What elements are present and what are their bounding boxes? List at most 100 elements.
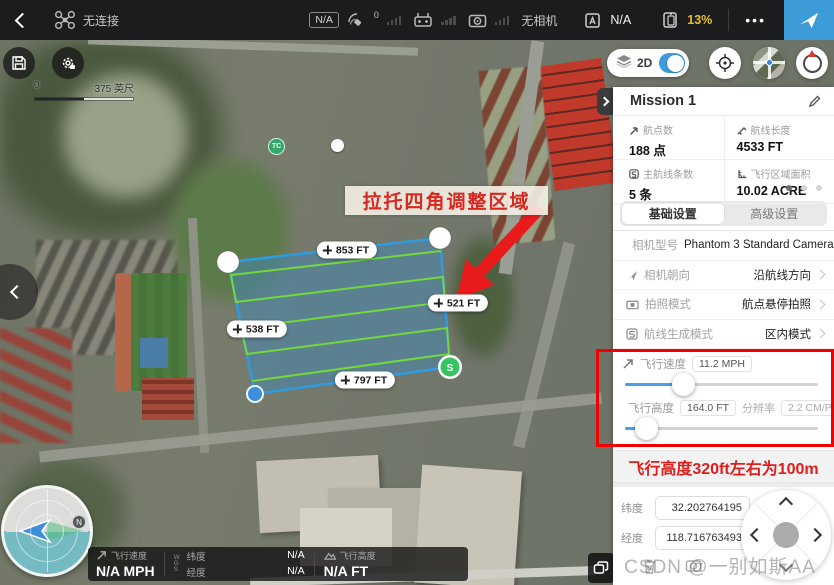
rc-signal-bars-icon (441, 16, 456, 25)
mission-stats: 航点数 188 点 航线长度 4533 FT 主航线条数 5 条 飞行区域面积 … (613, 116, 834, 196)
gps-count: 0 (374, 10, 379, 20)
tab-basic-settings[interactable]: 基础设置 (622, 203, 724, 224)
telemetry-alt-value: N/A FT (324, 563, 376, 579)
save-icon (11, 55, 27, 71)
nudge-down-button[interactable] (779, 558, 793, 572)
stats-page-dots[interactable] (786, 185, 822, 191)
copy-frames-icon (593, 561, 609, 575)
locate-button[interactable] (709, 47, 741, 79)
minimap-button[interactable] (753, 47, 785, 79)
edge-label-top[interactable]: 853 FT (317, 242, 377, 259)
remote-controller-icon (413, 12, 433, 28)
save-mission-button[interactable] (3, 47, 35, 79)
nudge-left-button[interactable] (750, 528, 764, 542)
camera-status: 无相机 (521, 12, 557, 29)
battery-percent: 13% (687, 13, 712, 27)
gimbal-heading-button[interactable] (796, 47, 828, 79)
altitude-value-box[interactable]: 164.0 FT (680, 400, 736, 416)
gear-icon (60, 55, 77, 72)
chevron-right-icon (816, 270, 826, 280)
latitude-input[interactable]: 32.202764195 (655, 496, 750, 520)
chevron-right-icon (816, 299, 826, 309)
edge-label-bottom[interactable]: 797 FT (335, 372, 395, 389)
mode-na-badge: N/A (309, 12, 339, 28)
more-menu-button[interactable]: ••• (745, 12, 766, 28)
scale-bar (34, 97, 134, 101)
map-red-houses (142, 378, 194, 420)
longitude-input[interactable]: 118.716763493 (655, 526, 750, 550)
nudge-up-button[interactable] (779, 497, 793, 511)
screenshot-button[interactable] (588, 553, 614, 583)
map-road-vertical-right2 (513, 242, 575, 449)
row-photo-mode[interactable]: 拍照模式 航点悬停拍照 (613, 290, 834, 320)
map-blue-court (140, 338, 168, 368)
altitude-slider-thumb[interactable] (635, 417, 658, 440)
map-mode-pill: 2D (607, 49, 689, 77)
altitude-slider[interactable] (625, 427, 818, 430)
map-poi-dot (331, 139, 344, 152)
stat-main-lines: 主航线条数 5 条 (613, 160, 724, 204)
tab-advanced-settings[interactable]: 高级设置 (724, 203, 826, 224)
edit-pencil-icon[interactable] (808, 94, 822, 108)
telemetry-altitude: 飞行高度 N/A FT (324, 549, 376, 579)
layers-icon (616, 54, 632, 73)
edge-label-left[interactable]: 538 FT (227, 321, 287, 338)
map-2d-toggle[interactable] (659, 53, 685, 73)
drone-icon (54, 10, 76, 30)
wgs-label: WGS (174, 555, 182, 573)
connection-status: 无连接 (83, 12, 119, 29)
chevron-left-icon (10, 285, 24, 299)
photo-icon[interactable] (685, 558, 702, 573)
speed-value-box[interactable]: 11.2 MPH (692, 356, 752, 372)
heading-triangle-icon (808, 50, 816, 57)
nudge-right-button[interactable] (808, 528, 822, 542)
telemetry-lng-value: N/A (217, 565, 305, 579)
takeoff-button[interactable] (784, 0, 834, 40)
waypoint-icon (629, 125, 639, 135)
drag-icon (323, 246, 332, 255)
speed-slider[interactable] (625, 383, 818, 386)
compass-vertical-line (47, 490, 48, 572)
panel-bottom-icons (642, 558, 702, 575)
edge-label-right[interactable]: 521 FT (428, 295, 488, 312)
camera-signal-icon (468, 13, 487, 28)
airplane-icon (798, 10, 820, 30)
altitude-icon (324, 550, 336, 561)
row-route-mode[interactable]: 航线生成模式 区内模式 (613, 320, 834, 350)
scale-zero: 0 (34, 80, 40, 95)
flight-sliders: 飞行速度 11.2 MPH 飞行高度 164.0 FT 分辨率 2.2 CM/P… (613, 349, 834, 446)
telemetry-lat-value: N/A (217, 549, 305, 563)
altitude-note: 飞行高度320ft左右为100m (613, 450, 834, 483)
map-stadium-field (131, 273, 187, 391)
map-settings-button[interactable] (52, 47, 84, 79)
drag-icon (233, 325, 242, 334)
mission-panel: Mission 1 航点数 188 点 航线长度 4533 FT 主航线条数 5 (613, 87, 834, 585)
row-camera-model[interactable]: 相机型号 Phantom 3 Standard Camera (613, 231, 834, 261)
back-chevron-icon (14, 12, 30, 28)
map-2d-label: 2D (637, 56, 652, 70)
minimap-position-dot (766, 59, 773, 66)
nudge-center-button[interactable] (773, 522, 799, 548)
top-status-bar: 无连接 N/A 0 无相机 N/A (0, 0, 834, 40)
camera-signal-bars-icon (495, 16, 510, 25)
nudge-dpad (741, 490, 831, 580)
locate-target-icon (715, 53, 735, 73)
map-red-grid-right (538, 58, 619, 191)
panel-collapse-tab[interactable] (597, 88, 614, 115)
route-length-icon (737, 125, 747, 135)
gps-signal-bars-icon (387, 16, 402, 25)
topbar-divider (728, 9, 729, 31)
chevron-right-icon (600, 97, 610, 107)
row-camera-heading[interactable]: 相机朝向 沿航线方向 (613, 261, 834, 291)
trash-icon[interactable] (642, 558, 657, 575)
mission-title: Mission 1 (630, 93, 696, 109)
back-button[interactable] (0, 0, 40, 40)
scale-value: 375 英尺 (95, 80, 134, 95)
settings-rows: 相机型号 Phantom 3 Standard Camera 相机朝向 沿航线方… (613, 231, 834, 349)
stat-area: 飞行区域面积 10.02 ACRE (724, 160, 834, 204)
main-lines-icon (629, 169, 639, 179)
photo-mode-icon (626, 299, 639, 310)
mission-header: Mission 1 (613, 87, 834, 116)
drag-icon (341, 376, 350, 385)
speed-slider-thumb[interactable] (672, 373, 695, 396)
